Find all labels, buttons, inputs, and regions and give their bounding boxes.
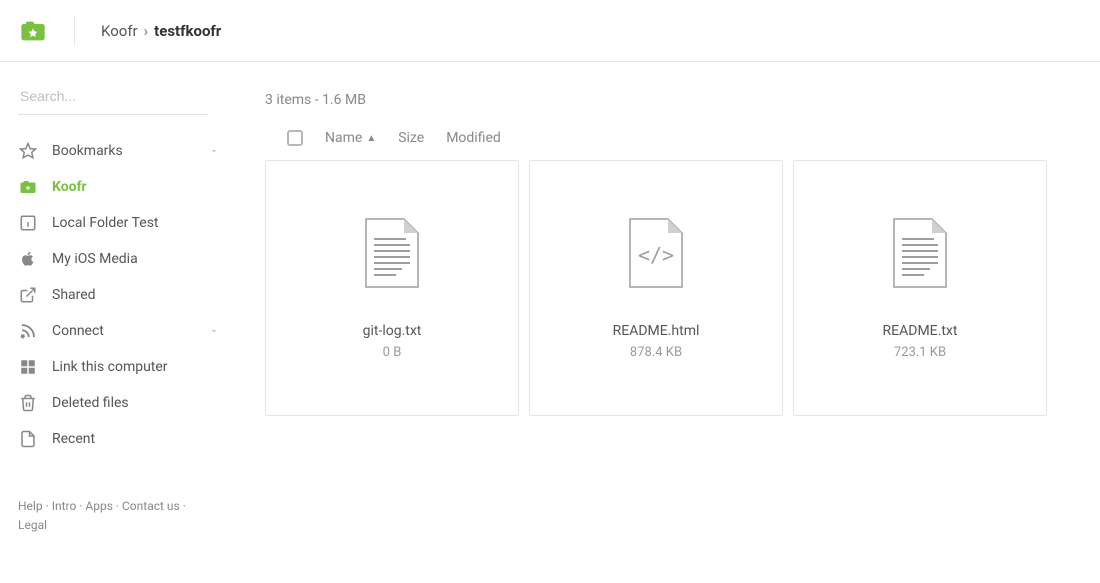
chevron-down-icon (209, 146, 219, 156)
file-card[interactable]: git-log.txt 0 B (265, 160, 519, 416)
sidebar-item-label: Connect (52, 323, 104, 339)
sidebar-item-local-folder-test[interactable]: Local Folder Test (18, 205, 243, 241)
sidebar-item-link-this-computer[interactable]: Link this computer (18, 349, 243, 385)
footer-link-legal[interactable]: Legal (18, 518, 47, 532)
column-size-label: Size (398, 130, 424, 146)
file-name: README.html (613, 323, 700, 339)
file-name: git-log.txt (363, 323, 422, 339)
breadcrumb: Koofr › testfkoofr (101, 22, 221, 40)
trash-icon (18, 393, 38, 413)
file-card[interactable]: README.txt 723.1 KB (793, 160, 1047, 416)
column-name-label: Name (325, 130, 362, 146)
header-separator (74, 16, 75, 46)
main-content: 3 items - 1.6 MB Name ▲ Size Modified gi… (243, 80, 1082, 535)
footer-link-apps[interactable]: Apps (85, 499, 113, 513)
svg-text:</>: </> (638, 243, 674, 267)
footer-links: Help · Intro · Apps · Contact us · Legal (18, 497, 208, 535)
text-file-icon (362, 217, 422, 289)
sidebar-item-shared[interactable]: Shared (18, 277, 243, 313)
text-file-icon (890, 217, 950, 289)
code-file-icon: </> (626, 217, 686, 289)
breadcrumb-separator: › (144, 22, 149, 40)
grid-icon (18, 357, 38, 377)
sidebar-item-label: Link this computer (52, 359, 168, 375)
sidebar: Bookmarks Koofr Local Folder Test My iOS Me… (18, 80, 243, 535)
status-text: 3 items - 1.6 MB (265, 92, 1082, 108)
file-name: README.txt (883, 323, 958, 339)
sidebar-item-label: My iOS Media (52, 251, 138, 267)
breadcrumb-root[interactable]: Koofr (101, 22, 138, 40)
sidebar-item-label: Deleted files (52, 395, 129, 411)
sidebar-item-recent[interactable]: Recent (18, 421, 243, 457)
sidebar-item-bookmarks[interactable]: Bookmarks (18, 133, 243, 169)
footer-link-help[interactable]: Help (18, 499, 43, 513)
list-header: Name ▲ Size Modified (265, 130, 1082, 146)
file-card[interactable]: </> README.html 878.4 KB (529, 160, 783, 416)
footer-link-contact-us[interactable]: Contact us (122, 499, 180, 513)
sidebar-item-koofr[interactable]: Koofr (18, 169, 243, 205)
sidebar-item-label: Koofr (52, 179, 87, 195)
header: Koofr › testfkoofr (0, 0, 1100, 62)
file-size: 723.1 KB (894, 345, 946, 360)
column-name[interactable]: Name ▲ (325, 130, 376, 146)
apple-icon (18, 249, 38, 269)
app-logo[interactable] (18, 16, 48, 46)
column-modified-label: Modified (446, 130, 501, 146)
select-all-checkbox[interactable] (287, 130, 303, 146)
doc-icon (18, 429, 38, 449)
sidebar-item-label: Local Folder Test (52, 215, 159, 231)
sidebar-item-connect[interactable]: Connect (18, 313, 243, 349)
chevron-down-icon (209, 326, 219, 336)
file-grid: git-log.txt 0 B </> README.html 878.4 KB READ… (265, 160, 1082, 416)
bag-star-icon (18, 177, 38, 197)
sidebar-item-label: Bookmarks (52, 143, 123, 159)
sort-asc-icon: ▲ (366, 133, 376, 144)
footer-link-intro[interactable]: Intro (52, 499, 77, 513)
sidebar-item-label: Shared (52, 287, 96, 303)
sidebar-item-my-ios-media[interactable]: My iOS Media (18, 241, 243, 277)
column-size[interactable]: Size (398, 130, 424, 146)
breadcrumb-current: testfkoofr (154, 22, 221, 40)
sidebar-item-deleted-files[interactable]: Deleted files (18, 385, 243, 421)
rss-icon (18, 321, 38, 341)
search-input[interactable] (18, 80, 208, 115)
file-size: 878.4 KB (630, 345, 682, 360)
star-icon (18, 141, 38, 161)
sidebar-item-label: Recent (52, 431, 95, 447)
file-size: 0 B (383, 345, 402, 360)
external-icon (18, 285, 38, 305)
info-square-icon (18, 213, 38, 233)
column-modified[interactable]: Modified (446, 130, 501, 146)
